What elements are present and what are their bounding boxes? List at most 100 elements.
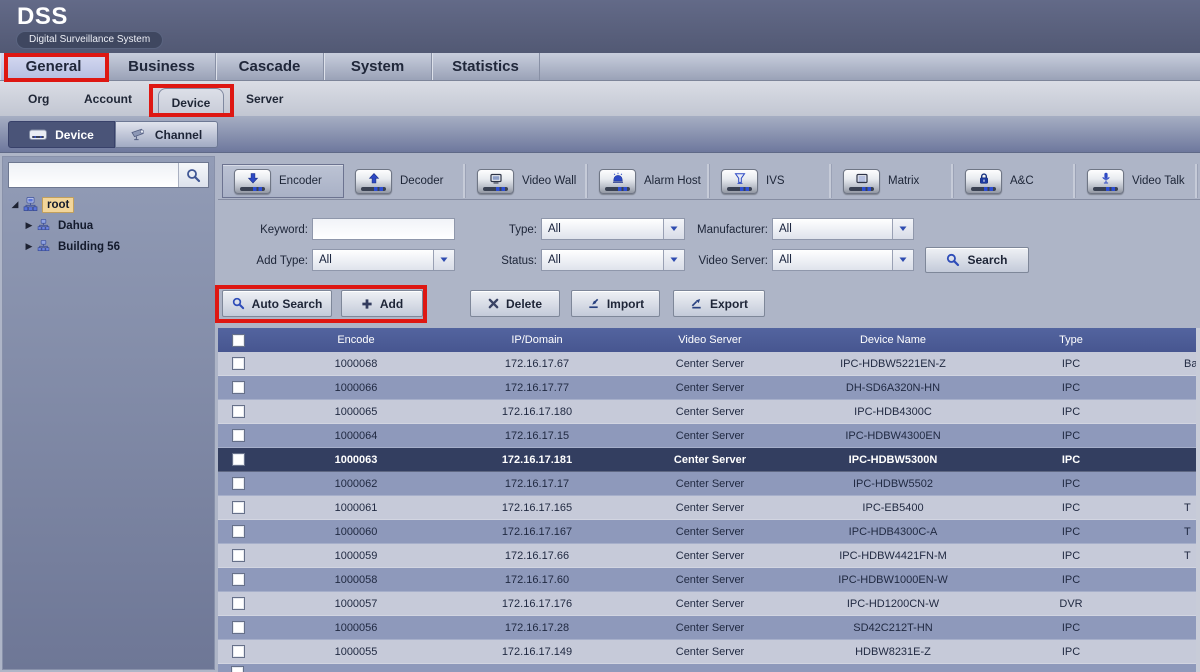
row-checkbox[interactable] — [218, 525, 258, 538]
cell-type: IPC — [986, 430, 1156, 442]
tab-video-talk[interactable]: Video Talk — [1076, 164, 1198, 198]
table-scrollbar[interactable] — [1196, 328, 1200, 672]
auto-search-button[interactable]: Auto Search — [222, 290, 332, 317]
row-checkbox[interactable] — [218, 453, 258, 466]
tab-video-wall[interactable]: Video Wall — [466, 164, 588, 198]
cell-encode: 1000059 — [258, 550, 454, 562]
tree-search-input[interactable] — [9, 163, 178, 187]
cell-type: IPC — [986, 454, 1156, 466]
decoder-device-icon — [355, 169, 392, 194]
row-checkbox[interactable] — [218, 357, 258, 370]
row-checkbox[interactable] — [218, 573, 258, 586]
expander-collapsed-icon[interactable]: ▶ — [23, 220, 35, 231]
table-body: 1000068 172.16.17.67 Center Server IPC-H… — [218, 352, 1196, 664]
column-header-type: Type — [986, 334, 1156, 346]
channel-view-button[interactable]: Channel — [115, 121, 218, 148]
import-button[interactable]: Import — [571, 290, 660, 317]
table-row[interactable]: 1000066 172.16.17.77 Center Server DH-SD… — [218, 376, 1196, 400]
cell-type: IPC — [986, 550, 1156, 562]
table-row[interactable]: 1000057 172.16.17.176 Center Server IPC-… — [218, 592, 1196, 616]
cell-type: IPC — [986, 646, 1156, 658]
cell-ip-domain: 172.16.17.165 — [454, 502, 620, 514]
table-row[interactable]: 1000062 172.16.17.17 Center Server IPC-H… — [218, 472, 1196, 496]
table-row[interactable]: 1000055 172.16.17.149 Center Server HDBW… — [218, 640, 1196, 664]
cell-video-server: Center Server — [620, 406, 800, 418]
cell-device-name: IPC-HDB4300C — [800, 406, 986, 418]
cell-device-name: IPC-HDBW5300N — [800, 454, 986, 466]
expander-expanded-icon[interactable]: ◢ — [9, 199, 21, 210]
tab-alarm-host[interactable]: Alarm Host — [588, 164, 710, 198]
tab-anc[interactable]: A&C — [954, 164, 1076, 198]
cell-encode: 1000056 — [258, 622, 454, 634]
table-row[interactable]: 1000063 172.16.17.181 Center Server IPC-… — [218, 448, 1196, 472]
tree-search-button[interactable] — [178, 163, 208, 187]
chevron-down-icon[interactable] — [892, 219, 913, 239]
table-row[interactable]: 1000059 172.16.17.66 Center Server IPC-H… — [218, 544, 1196, 568]
delete-button[interactable]: Delete — [470, 290, 560, 317]
cell-device-name: IPC-HDBW1000EN-W — [800, 574, 986, 586]
row-checkbox[interactable] — [218, 477, 258, 490]
row-checkbox[interactable] — [218, 501, 258, 514]
cell-video-server: Center Server — [620, 382, 800, 394]
tab-system[interactable]: System — [324, 53, 432, 80]
table-row[interactable]: 1000061 172.16.17.165 Center Server IPC-… — [218, 496, 1196, 520]
chevron-down-icon[interactable] — [892, 250, 913, 270]
row-checkbox[interactable] — [218, 405, 258, 418]
table-row[interactable]: 1000064 172.16.17.15 Center Server IPC-H… — [218, 424, 1196, 448]
manufacturer-dropdown[interactable]: All — [772, 218, 914, 240]
video-server-dropdown[interactable]: All — [772, 249, 914, 271]
table-row[interactable]: 1000068 172.16.17.67 Center Server IPC-H… — [218, 352, 1196, 376]
tab-general[interactable]: General — [0, 53, 108, 80]
cell-ip-domain: 172.16.17.67 — [454, 358, 620, 370]
add-button[interactable]: Add — [341, 290, 423, 317]
matrix-icon — [843, 169, 880, 194]
table-row[interactable]: 1000060 172.16.17.167 Center Server IPC-… — [218, 520, 1196, 544]
tab-cascade[interactable]: Cascade — [216, 53, 324, 80]
search-button-label: Search — [967, 253, 1007, 267]
tab-encoder[interactable]: Encoder — [222, 164, 344, 198]
table-row[interactable]: 1000056 172.16.17.28 Center Server SD42C… — [218, 616, 1196, 640]
status-label: Status: — [434, 250, 537, 272]
import-label: Import — [607, 297, 644, 311]
cell-encode: 1000068 — [258, 358, 454, 370]
subnav-account[interactable]: Account — [84, 81, 132, 116]
row-checkbox[interactable] — [218, 549, 258, 562]
column-header-encode: Encode — [258, 334, 454, 346]
tab-ivs[interactable]: IVS — [710, 164, 832, 198]
tab-business[interactable]: Business — [108, 53, 216, 80]
row-checkbox[interactable] — [218, 597, 258, 610]
dss-logo: DSS — [17, 3, 68, 31]
cell-device-name: DH-SD6A320N-HN — [800, 382, 986, 394]
subnav-device[interactable]: Device — [158, 88, 224, 116]
search-button[interactable]: Search — [925, 247, 1029, 273]
tab-matrix[interactable]: Matrix — [832, 164, 954, 198]
tree-item-root[interactable]: ◢ root — [3, 194, 214, 215]
org-node-icon — [37, 219, 50, 232]
select-all-checkbox[interactable] — [218, 334, 258, 347]
row-checkbox[interactable] — [218, 621, 258, 634]
cell-device-name: SD42C212T-HN — [800, 622, 986, 634]
row-checkbox[interactable] — [218, 381, 258, 394]
cell-ip-domain: 172.16.17.28 — [454, 622, 620, 634]
tree-item-dahua[interactable]: ▶ Dahua — [3, 215, 214, 236]
device-view-button[interactable]: Device — [8, 121, 115, 148]
table-row[interactable]: 1000065 172.16.17.180 Center Server IPC-… — [218, 400, 1196, 424]
row-checkbox[interactable] — [218, 645, 258, 658]
subnav-server[interactable]: Server — [246, 81, 283, 116]
search-icon — [946, 253, 960, 267]
tab-decoder[interactable]: Decoder — [344, 164, 466, 198]
expander-collapsed-icon[interactable]: ▶ — [23, 241, 35, 252]
subnav-org[interactable]: Org — [28, 81, 49, 116]
cell-type: IPC — [986, 622, 1156, 634]
tab-statistics[interactable]: Statistics — [432, 53, 540, 80]
org-root-icon — [23, 197, 38, 212]
table-row[interactable]: 1000058 172.16.17.60 Center Server IPC-H… — [218, 568, 1196, 592]
table-header-row: Encode IP/Domain Video Server Device Nam… — [218, 328, 1196, 352]
row-checkbox[interactable] — [218, 429, 258, 442]
close-icon — [488, 298, 499, 309]
cell-video-server: Center Server — [620, 646, 800, 658]
export-button[interactable]: Export — [673, 290, 765, 317]
tree-item-building-56[interactable]: ▶ Building 56 — [3, 236, 214, 257]
type-label: Type: — [434, 219, 537, 241]
cell-video-server: Center Server — [620, 430, 800, 442]
